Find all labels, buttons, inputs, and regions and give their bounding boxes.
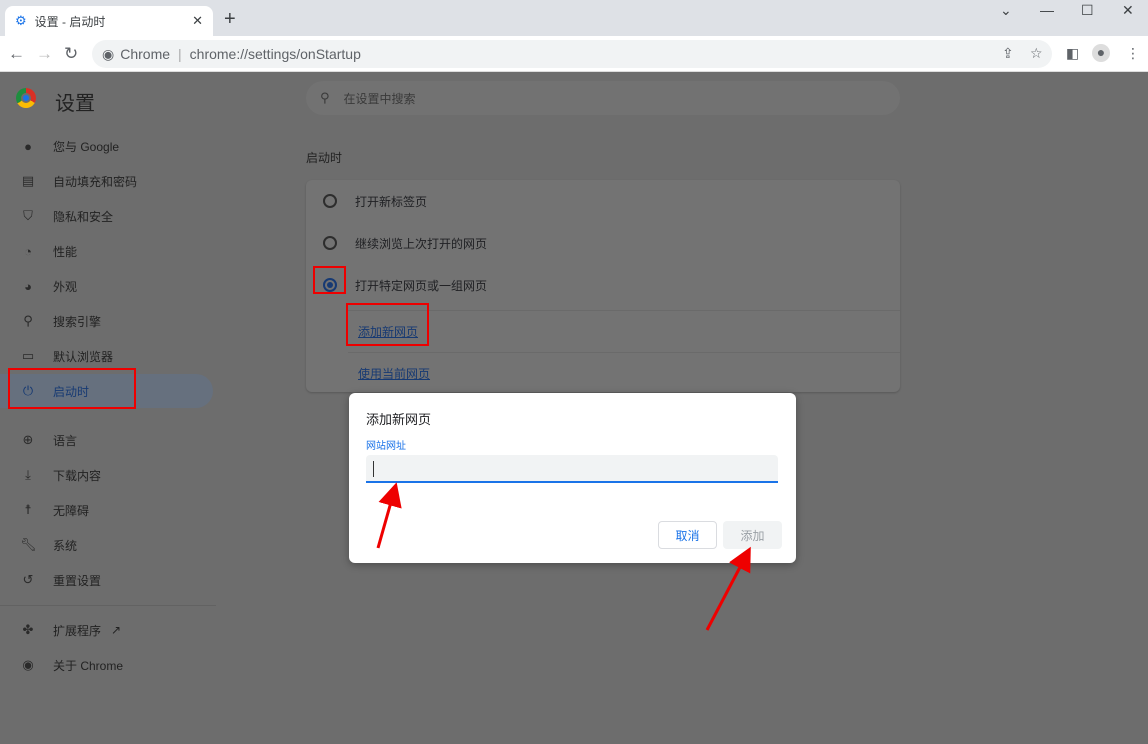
add-button[interactable]: 添加 xyxy=(723,521,782,549)
tab-strip: ⚙ 设置 - 启动时 ✕ + ⌄ — ☐ ✕ xyxy=(0,0,1148,36)
omnibox-label: Chrome xyxy=(120,46,171,62)
new-tab-button[interactable]: + xyxy=(224,8,236,31)
radio-button[interactable] xyxy=(323,236,337,250)
close-tab-icon[interactable]: ✕ xyxy=(192,13,203,29)
annotation-box xyxy=(346,303,429,346)
menu-icon[interactable]: ⋮ xyxy=(1126,45,1140,62)
sidebar-item-about[interactable]: ◉ 关于 Chrome xyxy=(0,648,213,682)
puzzle-icon: ✤ xyxy=(22,622,34,637)
sidebar-divider xyxy=(0,605,216,606)
shield-icon: ⛉ xyxy=(23,208,33,223)
gear-icon: ⚙ xyxy=(15,13,27,28)
url-text: chrome://settings/onStartup xyxy=(189,46,361,62)
sidebar-item-label: 自动填充和密码 xyxy=(53,174,138,189)
separator: | xyxy=(178,46,182,62)
option-label: 打开新标签页 xyxy=(355,194,428,209)
download-icon: ⤓ xyxy=(25,467,31,482)
sidebar-item-search-engine[interactable]: ⚲ 搜索引擎 xyxy=(0,304,213,338)
search-icon: ⚲ xyxy=(320,90,330,105)
sidebar-item-privacy[interactable]: ⛉ 隐私和安全 xyxy=(0,199,213,233)
star-icon[interactable]: ☆ xyxy=(1030,45,1043,62)
cancel-button[interactable]: 取消 xyxy=(658,521,717,549)
sidebar-item-label: 搜索引擎 xyxy=(53,314,102,329)
sidebar-item-label: 性能 xyxy=(53,244,78,259)
sidebar-item-label: 重置设置 xyxy=(53,573,102,588)
sidebar-item-appearance[interactable]: ◕ 外观 xyxy=(0,269,213,303)
sidebar-item-label: 默认浏览器 xyxy=(53,349,114,364)
chrome-icon: ◉ xyxy=(102,45,115,62)
globe-icon: ⊕ xyxy=(22,432,34,447)
sidebar-item-autofill[interactable]: ▤ 自动填充和密码 xyxy=(0,164,213,198)
profile-avatar[interactable]: ● xyxy=(1092,44,1110,62)
toolbar: ← → ↻ ◉ Chrome | chrome://settings/onSta… xyxy=(0,36,1148,72)
chrome-logo xyxy=(16,88,36,108)
section-title: 启动时 xyxy=(306,151,343,165)
minimize-button[interactable]: — xyxy=(1040,2,1054,18)
url-field-label: 网站网址 xyxy=(366,441,406,452)
sidebar-item-performance[interactable]: ◔ 性能 xyxy=(0,234,213,268)
address-bar[interactable]: ◉ Chrome | chrome://settings/onStartup xyxy=(92,40,1052,68)
sidebar-item-downloads[interactable]: ⤓ 下载内容 xyxy=(0,458,213,492)
url-input[interactable] xyxy=(366,455,778,483)
share-icon[interactable]: ⇪ xyxy=(1002,45,1014,62)
sidebar-item-system[interactable]: 🔧︎ 系统 xyxy=(0,528,213,562)
radio-button[interactable] xyxy=(323,194,337,208)
wrench-icon: 🔧︎ xyxy=(20,537,37,552)
maximize-button[interactable]: ☐ xyxy=(1081,2,1094,19)
sidebar-item-label: 您与 Google xyxy=(53,139,120,154)
browser-icon: ▭ xyxy=(21,348,35,363)
sidebar-item-label: 关于 Chrome xyxy=(53,658,124,673)
annotation-box xyxy=(313,266,346,294)
sidebar-item-label: 扩展程序 xyxy=(53,623,102,638)
tab-title: 设置 - 启动时 xyxy=(34,14,106,29)
dialog-title: 添加新网页 xyxy=(366,412,432,427)
sidebar-item-accessibility[interactable]: ☨ 无障碍 xyxy=(0,493,213,527)
divider xyxy=(348,310,900,311)
option-label: 继续浏览上次打开的网页 xyxy=(355,236,488,251)
clipboard-icon: ▤ xyxy=(21,173,35,188)
divider xyxy=(348,352,900,353)
sidebar-item-label: 系统 xyxy=(53,538,78,553)
option-continue[interactable]: 继续浏览上次打开的网页 xyxy=(306,222,900,264)
forward-button[interactable]: → xyxy=(36,44,53,64)
add-page-dialog: 添加新网页 网站网址 取消 添加 xyxy=(349,393,796,563)
reload-button[interactable]: ↻ xyxy=(64,44,78,64)
tab-search-icon[interactable]: ⌄ xyxy=(1000,2,1012,19)
sidebar-item-reset[interactable]: ↺ 重置设置 xyxy=(0,563,213,597)
accessibility-icon: ☨ xyxy=(24,502,32,517)
sidebar-item-label: 无障碍 xyxy=(53,503,90,518)
sidebar-item-label: 下载内容 xyxy=(53,468,102,483)
use-current-pages-link[interactable]: 使用当前网页 xyxy=(358,365,430,382)
option-new-tab[interactable]: 打开新标签页 xyxy=(306,180,900,222)
startup-card: 打开新标签页 继续浏览上次打开的网页 打开特定网页或一组网页 添加新网页 使用当… xyxy=(306,180,900,392)
close-window-button[interactable]: ✕ xyxy=(1122,2,1134,19)
person-icon: ● xyxy=(24,138,32,154)
option-specific-pages[interactable]: 打开特定网页或一组网页 xyxy=(306,264,900,306)
search-input[interactable]: 在设置中搜索 xyxy=(344,90,416,107)
palette-icon: ◕ xyxy=(24,278,32,294)
sidebar-item-label: 隐私和安全 xyxy=(53,209,114,224)
sidebar-item-languages[interactable]: ⊕ 语言 xyxy=(0,423,213,457)
annotation-box xyxy=(8,368,136,409)
speedometer-icon: ◔ xyxy=(24,243,32,259)
reset-icon: ↺ xyxy=(22,572,34,587)
sidebar-item-google[interactable]: ● 您与 Google xyxy=(0,129,213,163)
settings-search[interactable]: ⚲ 在设置中搜索 xyxy=(306,81,900,115)
sidebar-item-label: 语言 xyxy=(53,433,78,448)
search-icon: ⚲ xyxy=(23,313,33,328)
sidebar-item-label: 外观 xyxy=(53,279,78,294)
page-title: 设置 xyxy=(55,93,95,115)
tab-settings[interactable]: ⚙ 设置 - 启动时 ✕ xyxy=(5,6,213,36)
option-label: 打开特定网页或一组网页 xyxy=(355,278,488,293)
chrome-icon: ◉ xyxy=(22,657,34,672)
back-button[interactable]: ← xyxy=(8,44,25,64)
sidebar-item-extensions[interactable]: ✤ 扩展程序 ↗ xyxy=(0,613,213,647)
side-panel-icon[interactable]: ◧ xyxy=(1066,45,1079,62)
external-link-icon: ↗ xyxy=(111,623,122,637)
text-caret xyxy=(373,461,374,477)
